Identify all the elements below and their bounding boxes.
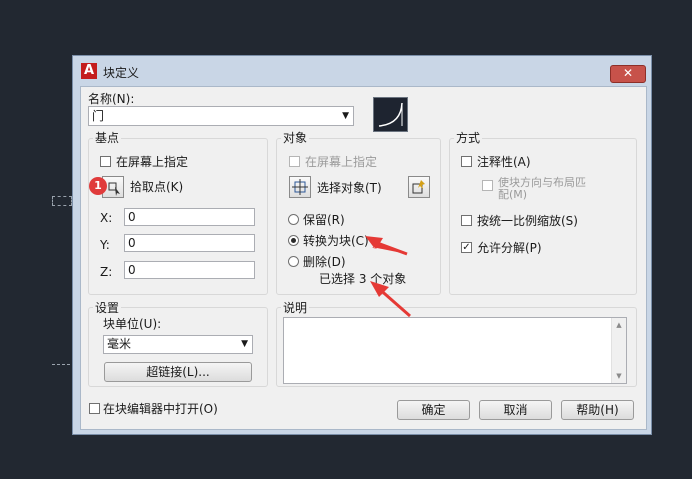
annotation-arrows [365, 236, 411, 318]
